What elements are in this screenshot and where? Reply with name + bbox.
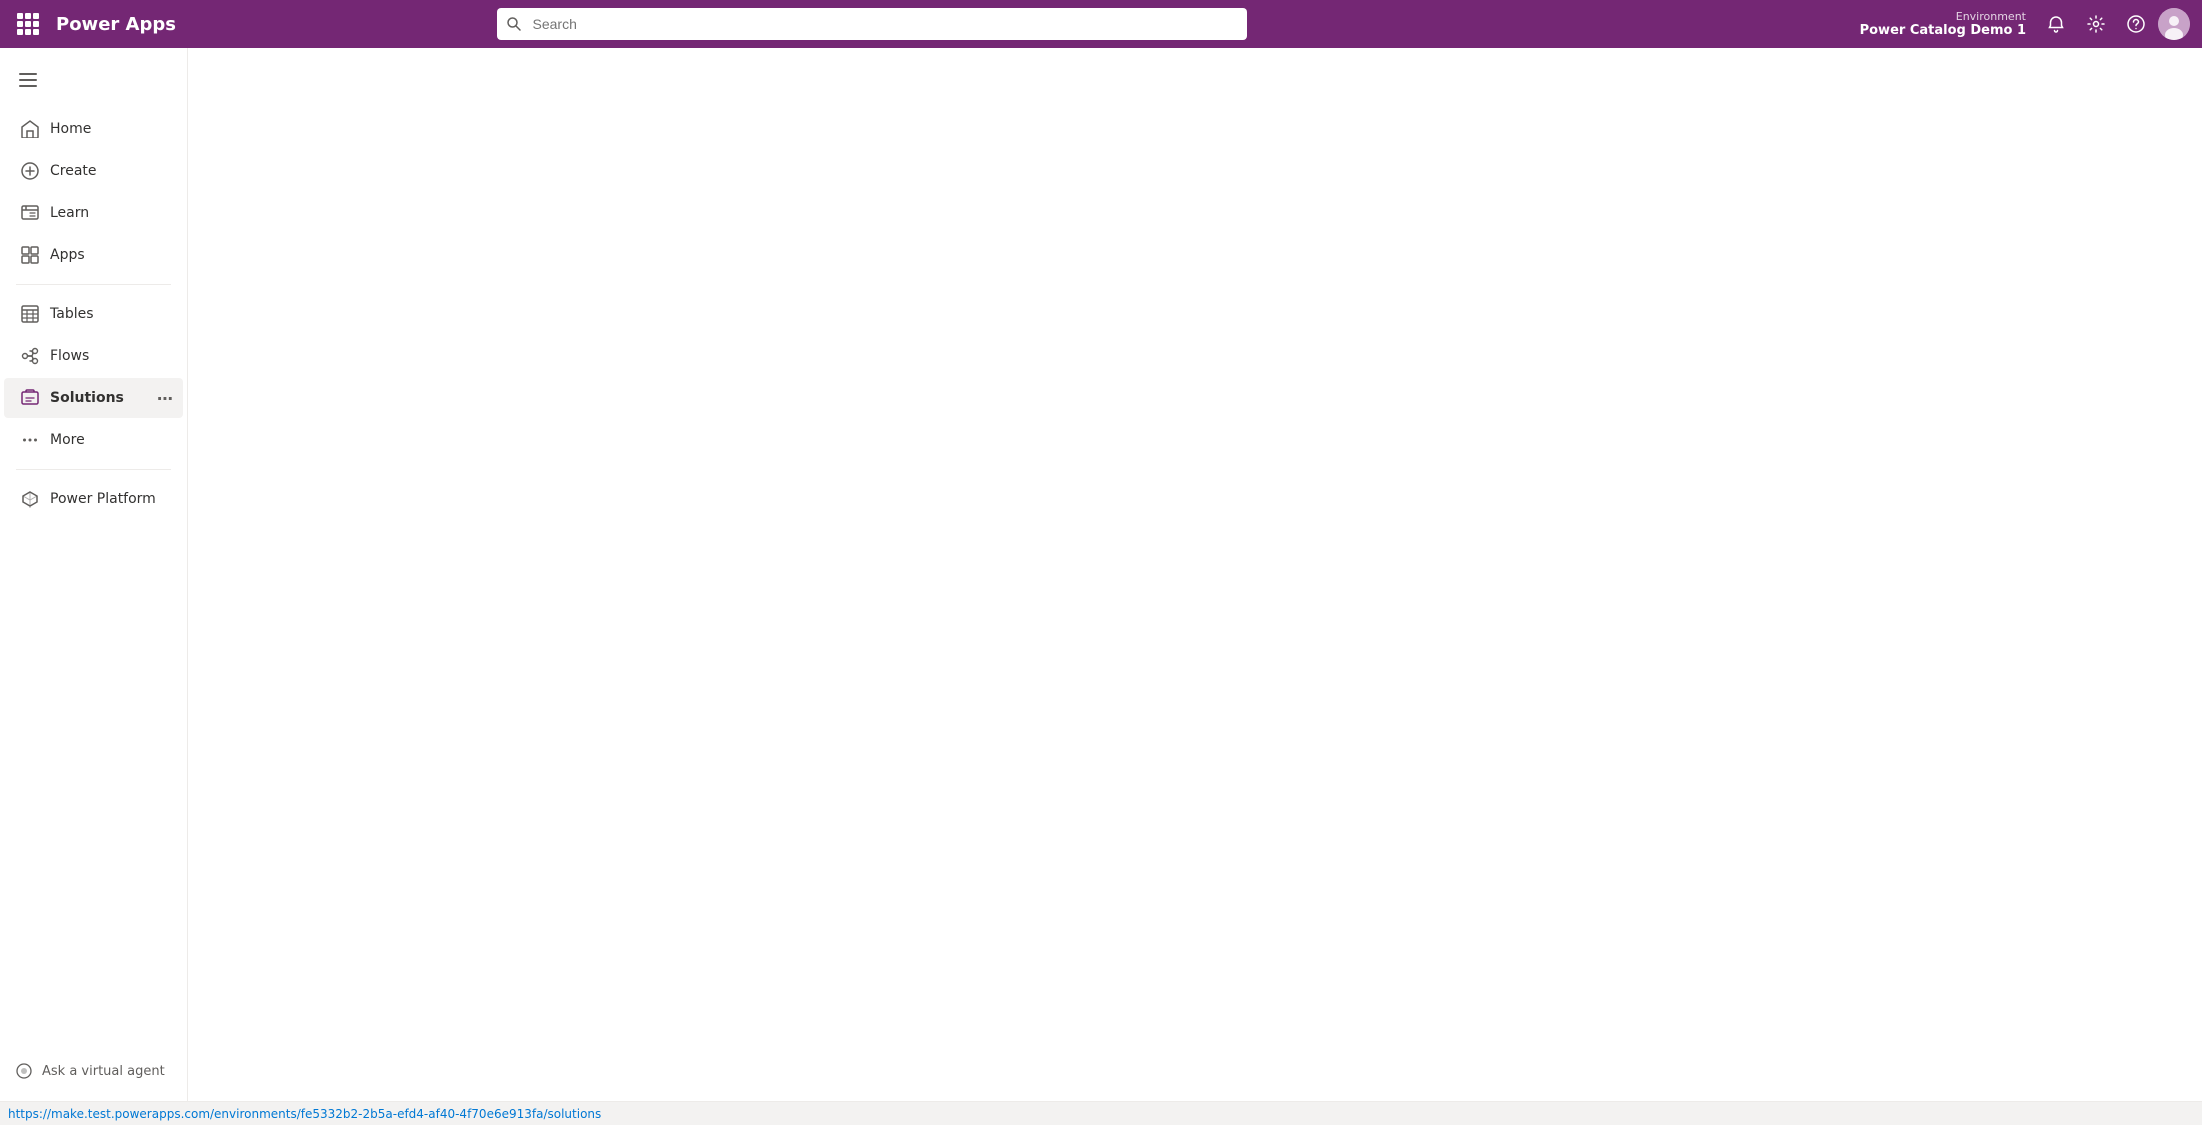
tables-icon: [20, 304, 40, 324]
app-title: Power Apps: [56, 14, 176, 35]
environment-name: Power Catalog Demo 1: [1860, 23, 2026, 38]
app-header: Power Apps Environment Power Catalog Dem…: [0, 0, 2202, 48]
main-content: [188, 48, 2202, 1101]
sidebar-item-flows[interactable]: Flows: [4, 336, 183, 376]
sidebar-flows-label: Flows: [50, 348, 167, 364]
sidebar-home-label: Home: [50, 121, 167, 137]
main-layout: Home Create: [0, 48, 2202, 1101]
solutions-more-button[interactable]: ⋯: [153, 386, 177, 410]
apps-icon: [20, 245, 40, 265]
help-button[interactable]: [2118, 6, 2154, 42]
solutions-icon: [20, 388, 40, 408]
sidebar-item-learn[interactable]: Learn: [4, 193, 183, 233]
waffle-icon: [17, 13, 39, 35]
sidebar-item-power-platform[interactable]: Power Platform: [4, 479, 183, 519]
sidebar-tables-label: Tables: [50, 306, 167, 322]
environment-label: Environment: [1956, 10, 2026, 23]
status-url: https://make.test.powerapps.com/environm…: [8, 1107, 601, 1121]
sidebar-divider-1: [16, 284, 171, 285]
create-icon: [20, 161, 40, 181]
virtual-agent-icon: [16, 1063, 32, 1079]
status-bar: https://make.test.powerapps.com/environm…: [0, 1101, 2202, 1125]
sidebar-item-home[interactable]: Home: [4, 109, 183, 149]
virtual-agent-label: Ask a virtual agent: [42, 1064, 165, 1079]
waffle-button[interactable]: [12, 8, 44, 40]
more-icon: [20, 430, 40, 450]
sidebar-learn-label: Learn: [50, 205, 167, 221]
search-container: [497, 8, 1247, 40]
virtual-agent-button[interactable]: Ask a virtual agent: [0, 1053, 187, 1089]
sidebar-solutions-label: Solutions: [50, 390, 167, 406]
sidebar-create-label: Create: [50, 163, 167, 179]
sidebar-apps-label: Apps: [50, 247, 167, 263]
power-platform-icon: [20, 489, 40, 509]
settings-button[interactable]: [2078, 6, 2114, 42]
sidebar: Home Create: [0, 48, 188, 1101]
home-icon: [20, 119, 40, 139]
sidebar-more-label: More: [50, 432, 167, 448]
environment-selector[interactable]: Environment Power Catalog Demo 1: [1860, 10, 2026, 38]
sidebar-divider-2: [16, 469, 171, 470]
sidebar-power-platform-label: Power Platform: [50, 491, 167, 507]
sidebar-item-tables[interactable]: Tables: [4, 294, 183, 334]
notifications-button[interactable]: [2038, 6, 2074, 42]
learn-icon: [20, 203, 40, 223]
sidebar-toggle-button[interactable]: [8, 60, 48, 100]
header-right-section: Environment Power Catalog Demo 1: [1860, 6, 2190, 42]
sidebar-item-create[interactable]: Create: [4, 151, 183, 191]
hamburger-icon: [19, 73, 37, 87]
sidebar-item-solutions[interactable]: Solutions ⋯: [4, 378, 183, 418]
flows-icon: [20, 346, 40, 366]
user-avatar[interactable]: [2158, 8, 2190, 40]
sidebar-item-more[interactable]: More: [4, 420, 183, 460]
sidebar-bottom: Ask a virtual agent: [0, 1053, 187, 1101]
search-input[interactable]: [497, 8, 1247, 40]
sidebar-item-apps[interactable]: Apps: [4, 235, 183, 275]
